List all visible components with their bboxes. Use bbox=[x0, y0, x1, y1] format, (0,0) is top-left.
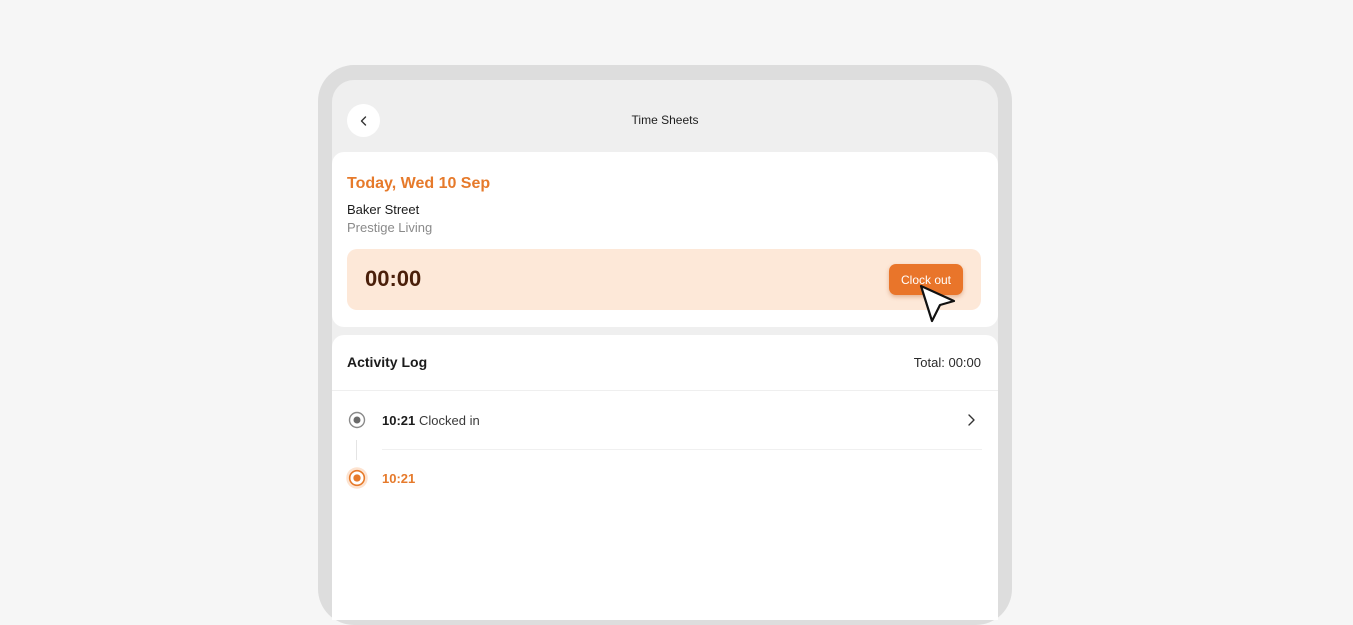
divider bbox=[332, 390, 998, 391]
log-entry-clocked-in[interactable]: 10:21 Clocked in bbox=[332, 405, 998, 435]
active-timeline-dot-icon bbox=[346, 467, 368, 489]
site-company: Prestige Living bbox=[347, 220, 433, 235]
site-name: Baker Street bbox=[347, 202, 420, 217]
mouse-pointer-icon bbox=[919, 284, 956, 323]
activity-log-title: Activity Log bbox=[347, 354, 428, 370]
timeline-dot-icon bbox=[348, 411, 366, 429]
top-bar: Time Sheets bbox=[332, 80, 998, 152]
chevron-right-icon bbox=[968, 414, 975, 426]
timer-value: 00:00 bbox=[365, 266, 422, 291]
log-entry-time: 10:21 bbox=[382, 413, 416, 428]
timer-panel: 00:00 Clock out bbox=[347, 249, 981, 310]
page-title: Time Sheets bbox=[631, 113, 699, 127]
row-divider bbox=[382, 449, 982, 450]
log-entry-active: 10:21 bbox=[332, 463, 998, 493]
timeline-connector bbox=[356, 440, 357, 460]
activity-total: Total: 00:00 bbox=[913, 355, 981, 370]
today-date: Today, Wed 10 Sep bbox=[347, 175, 491, 192]
today-card: Today, Wed 10 Sep Baker Street Prestige … bbox=[332, 152, 998, 327]
log-entry-label: Clocked in bbox=[419, 413, 480, 428]
app-screen: Time Sheets Today, Wed 10 Sep Baker Stre… bbox=[332, 80, 998, 620]
log-entry-time: 10:21 bbox=[382, 471, 416, 486]
activity-log-card: Activity Log Total: 00:00 10:21 Clocked … bbox=[332, 335, 998, 620]
